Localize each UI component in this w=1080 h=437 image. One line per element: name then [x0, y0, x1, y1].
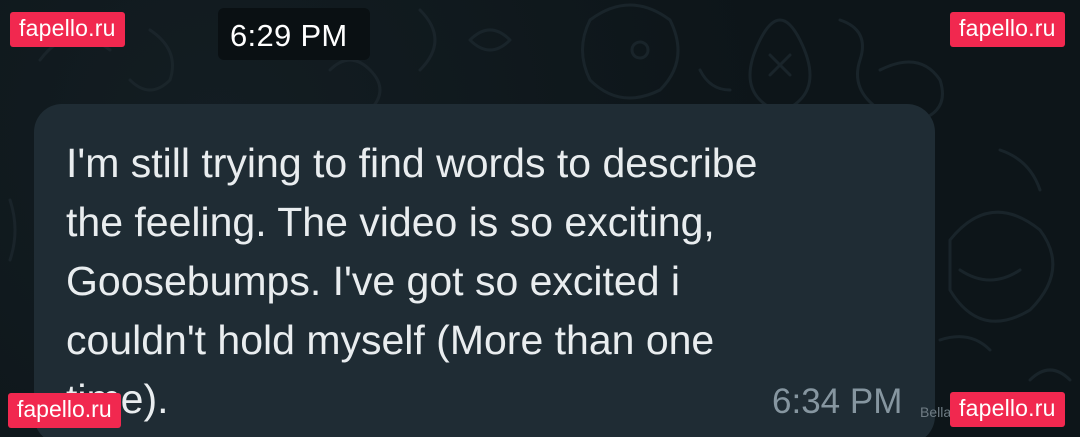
- watermark-bottom-left-label: fapello.ru: [8, 393, 121, 428]
- incoming-message-bubble[interactable]: I'm still trying to find words to descri…: [34, 104, 935, 437]
- watermark-bottom-left: fape om fapello.ru: [0, 393, 162, 437]
- watermark-top-left: fapello.ru: [10, 12, 125, 47]
- message-timestamp: 6:34 PM: [772, 382, 903, 421]
- watermark-bottom-right: fapello.ru: [950, 392, 1065, 427]
- date-time-label: 6:29 PM: [230, 18, 348, 53]
- watermark-caption: Bella: [920, 404, 952, 420]
- date-time-chip: 6:29 PM: [218, 8, 370, 60]
- chat-background: 6:29 PM I'm still trying to find words t…: [0, 0, 1080, 437]
- watermark-top-right: fapello.ru: [950, 12, 1065, 47]
